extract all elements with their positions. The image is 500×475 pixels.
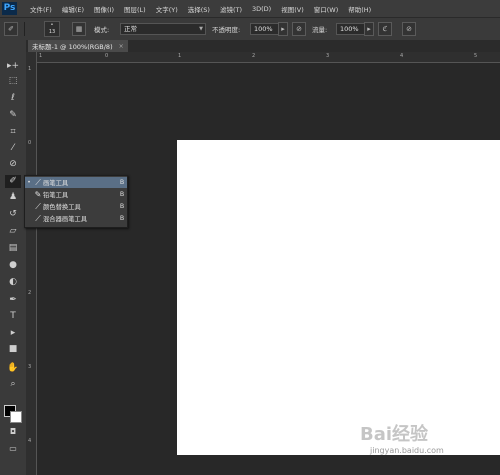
background-color-swatch[interactable] [10, 411, 22, 423]
ruler-tick-label: 5 [474, 53, 478, 59]
opacity-value: 100% [254, 25, 273, 33]
menu-window[interactable]: 窗口(W) [314, 4, 339, 14]
menu-bar: Ps 文件(F) 编辑(E) 图像(I) 图层(L) 文字(Y) 选择(S) 滤… [0, 0, 500, 17]
pen-tool-icon[interactable]: ✒ [5, 294, 21, 307]
chevron-down-icon: ▼ [199, 26, 203, 32]
flyout-item-label: 铅笔工具 [43, 192, 69, 199]
ruler-tick-label: 1 [28, 66, 32, 72]
menu-layer[interactable]: 图层(L) [124, 4, 146, 14]
marquee-tool-icon[interactable]: ⬚ [5, 75, 21, 88]
mode-select[interactable]: 正常 ▼ [120, 23, 206, 35]
document-tab-title: 未标题-1 @ 100%(RGB/8) [32, 43, 113, 51]
shortcut-key: B [119, 191, 125, 198]
menu-filter[interactable]: 滤镜(T) [220, 4, 242, 14]
history-brush-tool-icon[interactable]: ↺ [5, 208, 21, 221]
shortcut-key: B [119, 203, 125, 210]
menu-image[interactable]: 图像(I) [94, 4, 114, 14]
flyout-item-color-replacement[interactable]: ⟋ 颜色替换工具 B [25, 201, 127, 212]
mode-value: 正常 [124, 25, 137, 33]
lasso-tool-icon[interactable]: ℓ [5, 92, 21, 105]
baidu-jingyan-watermark: Bai经验 [360, 424, 429, 445]
brush-size-picker[interactable]: • 13 [44, 21, 60, 37]
flow-value: 100% [340, 25, 359, 33]
watermark-url: jingyan.baidu.com [370, 446, 444, 455]
pressure-opacity-icon[interactable]: ⊘ [292, 22, 306, 36]
brush-preset-icon[interactable]: ✐ [4, 22, 18, 36]
dodge-tool-icon[interactable]: ◐ [5, 276, 21, 289]
flow-label: 流量: [312, 26, 328, 34]
screen-mode-icon[interactable]: ▭ [5, 442, 21, 455]
ruler-tick-label: 2 [28, 290, 32, 296]
pencil-icon: ✎ [34, 190, 42, 199]
flyout-item-label: 画笔工具 [43, 180, 69, 187]
flyout-item-label: 颜色替换工具 [43, 204, 81, 211]
flyout-item-pencil[interactable]: ✎ 铅笔工具 B [25, 189, 127, 200]
flow-slider-icon[interactable]: ▸ [364, 22, 374, 36]
ruler-tick-label: 1 [178, 53, 182, 59]
document-tab[interactable]: 未标题-1 @ 100%(RGB/8) × [28, 40, 128, 52]
quick-select-tool-icon[interactable]: ✎ [5, 109, 21, 122]
menu-type[interactable]: 文字(Y) [156, 4, 178, 14]
eraser-tool-icon[interactable]: ▱ [5, 225, 21, 238]
ruler-horizontal[interactable]: 1 0 1 2 3 4 5 [36, 52, 500, 63]
menu-help[interactable]: 帮助(H) [348, 4, 371, 14]
gradient-tool-icon[interactable]: ▤ [5, 242, 21, 255]
close-icon[interactable]: × [119, 43, 124, 50]
selected-bullet-icon: • [27, 179, 31, 186]
shortcut-key: B [119, 179, 125, 186]
ruler-vertical[interactable]: 1 0 1 2 3 4 [26, 52, 37, 475]
airbrush-icon[interactable]: ℭ [378, 22, 392, 36]
ruler-tick-label: 0 [28, 140, 32, 146]
brush-dot-icon: • [50, 22, 54, 28]
ruler-tick-label: 0 [105, 53, 109, 59]
quick-mask-icon[interactable]: ◘ [5, 425, 21, 438]
blur-tool-icon[interactable]: ● [5, 259, 21, 272]
separator [24, 22, 25, 36]
brush-tool-icon[interactable]: ✐ [5, 175, 21, 188]
move-tool-icon[interactable]: ▸+ [5, 60, 21, 73]
clone-stamp-tool-icon[interactable]: ♟ [5, 191, 21, 204]
menu-edit[interactable]: 编辑(E) [62, 4, 84, 14]
ruler-tick-label: 4 [28, 438, 32, 444]
shape-tool-icon[interactable]: ■ [5, 343, 21, 356]
shortcut-key: B [119, 215, 125, 222]
opacity-slider-icon[interactable]: ▸ [278, 22, 288, 36]
flyout-item-mixer-brush[interactable]: ⟋ 混合器画笔工具 B [25, 213, 127, 224]
document-canvas[interactable] [177, 140, 500, 455]
ruler-tick-label: 1 [39, 53, 43, 59]
ruler-tick-label: 3 [28, 364, 32, 370]
hand-tool-icon[interactable]: ✋ [5, 362, 21, 375]
tools-panel: ▸+ ⬚ ℓ ✎ ⌗ ⁄ ⊘ ✐ ♟ ↺ ▱ ▤ ● ◐ ✒ T ▸ ■ ✋ ⌕… [0, 40, 27, 475]
mixer-brush-icon: ⟋ [35, 213, 41, 223]
crop-tool-icon[interactable]: ⌗ [5, 126, 21, 139]
brush-tool-flyout: • ⟋ 画笔工具 B ✎ 铅笔工具 B ⟋ 颜色替换工具 B ⟋ 混合器画笔工具… [24, 175, 128, 228]
brush-icon: ⟋ [35, 177, 41, 187]
document-tab-bar: 未标题-1 @ 100%(RGB/8) × [26, 40, 500, 52]
menu-items: 文件(F) 编辑(E) 图像(I) 图层(L) 文字(Y) 选择(S) 滤镜(T… [30, 0, 381, 17]
menu-view[interactable]: 视图(V) [281, 4, 304, 14]
zoom-tool-icon[interactable]: ⌕ [5, 378, 21, 391]
mode-label: 模式: [94, 26, 110, 34]
ruler-tick-label: 4 [400, 53, 404, 59]
eyedropper-tool-icon[interactable]: ⁄ [5, 142, 21, 155]
menu-3d[interactable]: 3D(D) [252, 5, 271, 13]
brush-size-value: 13 [48, 29, 56, 35]
options-bar: ✐ • 13 ▦ 模式: 正常 ▼ 不透明度: 100% ▸ ⊘ 流量: 100… [0, 17, 500, 41]
menu-file[interactable]: 文件(F) [30, 4, 52, 14]
opacity-label: 不透明度: [212, 26, 241, 34]
ruler-tick-label: 2 [252, 53, 256, 59]
tool-preset-picker[interactable]: ✐ [4, 22, 18, 36]
type-tool-icon[interactable]: T [5, 310, 21, 323]
brush-panel-icon[interactable]: ▦ [72, 22, 86, 36]
path-select-tool-icon[interactable]: ▸ [5, 327, 21, 340]
menu-select[interactable]: 选择(S) [188, 4, 210, 14]
ruler-tick-label: 3 [326, 53, 330, 59]
photoshop-logo: Ps [2, 2, 17, 15]
healing-brush-tool-icon[interactable]: ⊘ [5, 158, 21, 171]
color-replacement-icon: ⟋ [35, 201, 41, 211]
flyout-item-label: 混合器画笔工具 [43, 216, 88, 223]
flyout-item-brush[interactable]: • ⟋ 画笔工具 B [25, 177, 127, 188]
pressure-size-icon[interactable]: ⊘ [402, 22, 416, 36]
